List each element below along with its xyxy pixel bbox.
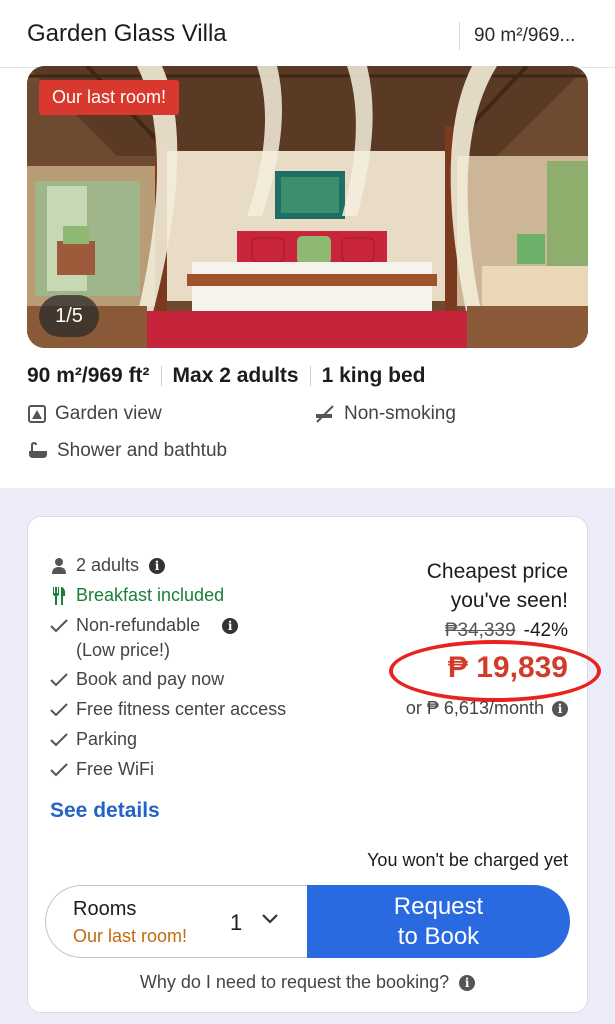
why-request-link[interactable]: Why do I need to request the booking? i xyxy=(0,972,615,993)
feature-label: Non-refundable xyxy=(76,615,201,635)
feature-fitness: Free fitness center access xyxy=(48,699,286,720)
check-icon xyxy=(48,732,70,747)
feature-breakfast: Breakfast included xyxy=(48,585,224,606)
last-room-badge: Our last room! xyxy=(39,80,180,115)
feature-payment: Book and pay now xyxy=(48,669,224,690)
feature-label: Parking xyxy=(76,729,138,749)
amenity-garden-view: Garden view xyxy=(27,403,162,425)
amenity-bath: Shower and bathtub xyxy=(27,440,227,462)
info-icon[interactable]: i xyxy=(552,700,568,717)
monthly-price: or ₱ 6,613/month i xyxy=(406,698,568,719)
person-icon xyxy=(48,557,70,575)
feature-label: 2 adults xyxy=(76,555,140,575)
feature-note: (Low price!) xyxy=(76,640,171,660)
feature-label: Book and pay now xyxy=(76,669,225,689)
room-title: Garden Glass Villa xyxy=(27,20,227,47)
spec-bed: 1 king bed xyxy=(321,364,426,387)
rooms-availability-note: Our last room! xyxy=(73,926,188,946)
amenity-non-smoking: Non-smoking xyxy=(314,403,456,425)
photo-counter: 1/5 xyxy=(39,295,99,337)
old-price-row: ₱34,339 -42% xyxy=(445,620,568,642)
cheapest-line: you've seen! xyxy=(450,589,568,612)
room-specs: 90 m²/969 ft² Max 2 adults 1 king bed xyxy=(27,364,425,388)
request-button-line: to Book xyxy=(397,923,480,950)
bathtub-icon xyxy=(29,441,47,458)
chevron-down-icon[interactable] xyxy=(260,912,280,931)
not-charged-note: You won't be charged yet xyxy=(367,850,568,870)
check-icon xyxy=(48,762,70,777)
cheapest-price-note: Cheapest price you've seen! xyxy=(427,557,568,615)
info-icon[interactable]: i xyxy=(149,557,166,574)
check-icon xyxy=(48,618,70,633)
info-icon[interactable]: i xyxy=(459,974,476,991)
fork-knife-icon xyxy=(48,586,70,606)
rooms-selector[interactable] xyxy=(45,885,345,958)
spec-occupancy: Max 2 adults xyxy=(172,364,299,387)
why-request-text: Why do I need to request the booking? xyxy=(139,972,450,992)
request-button-line: Request xyxy=(393,893,484,920)
amenity-label: Shower and bathtub xyxy=(57,440,228,461)
feature-cancellation: Non-refundable i xyxy=(48,615,239,636)
header-room-size: 90 m²/969... xyxy=(474,25,576,46)
header-divider xyxy=(459,22,460,50)
garden-view-icon xyxy=(28,405,46,423)
request-to-book-button[interactable]: Request to Book xyxy=(307,885,570,958)
feature-label: Free fitness center access xyxy=(76,699,287,719)
spec-separator xyxy=(309,366,311,386)
info-icon[interactable]: i xyxy=(222,617,239,634)
cheapest-line: Cheapest price xyxy=(426,560,568,583)
spec-separator xyxy=(160,366,162,386)
feature-wifi: Free WiFi xyxy=(48,759,154,780)
amenity-label: Non-smoking xyxy=(344,403,456,424)
rooms-quantity[interactable]: 1 xyxy=(230,910,242,936)
no-smoking-icon xyxy=(316,405,334,423)
monthly-price-text: or ₱ 6,613/month xyxy=(405,698,544,718)
rooms-label: Rooms xyxy=(73,898,137,920)
feature-occupancy: 2 adults i xyxy=(48,555,166,576)
feature-label: Breakfast included xyxy=(76,585,225,605)
room-header: Garden Glass Villa 90 m²/969... xyxy=(0,0,615,68)
amenity-label: Garden view xyxy=(55,403,162,424)
original-price: ₱34,339 xyxy=(444,620,516,641)
see-details-link[interactable]: See details xyxy=(50,799,160,823)
spec-size: 90 m²/969 ft² xyxy=(27,364,150,387)
discount-percent: -42% xyxy=(523,620,568,641)
check-icon xyxy=(48,672,70,687)
feature-label: Free WiFi xyxy=(76,759,154,779)
feature-parking: Parking xyxy=(48,729,137,750)
price-highlight-circle xyxy=(389,640,601,702)
check-icon xyxy=(48,702,70,717)
